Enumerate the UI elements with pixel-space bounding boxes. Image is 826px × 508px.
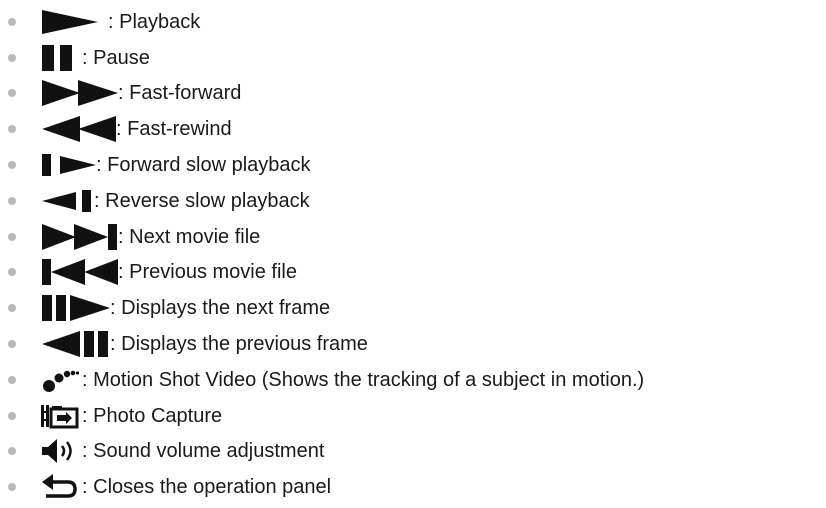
item-label: Sound volume adjustment: [93, 440, 325, 463]
item-label: Playback: [119, 10, 201, 33]
item-label: Fast-rewind: [127, 118, 232, 141]
bullet: [8, 268, 16, 277]
item-description: : Fast-rewind: [116, 118, 232, 141]
next-movie-file-icon: [40, 223, 120, 251]
forward-slow-playback-icon: [40, 151, 98, 179]
play-icon: [40, 8, 100, 36]
bullet: [8, 125, 16, 134]
previous-frame-icon: [40, 330, 112, 358]
item-label: Forward slow playback: [107, 154, 311, 177]
bullet: [8, 89, 16, 98]
item-label: Displays the next frame: [121, 297, 331, 320]
item-label: Previous movie file: [129, 261, 297, 284]
bullet: [8, 17, 16, 26]
bullet: [8, 375, 16, 384]
item-description: : Pause: [82, 46, 150, 69]
bullet: [8, 161, 16, 170]
item-description: : Next movie file: [118, 225, 261, 248]
item-description: : Previous movie file: [118, 261, 297, 284]
bullet: [8, 483, 16, 492]
photo-capture-icon: [40, 402, 80, 430]
bullet: [8, 411, 16, 420]
fast-forward-icon: [40, 79, 120, 107]
reverse-slow-playback-icon: [40, 187, 94, 215]
pause-icon: [40, 44, 78, 72]
bullet: [8, 340, 16, 349]
item-label: Fast-forward: [129, 82, 242, 105]
item-label: Displays the previous frame: [121, 333, 368, 356]
item-description: : Fast-forward: [118, 82, 242, 105]
item-description: : Forward slow playback: [96, 154, 311, 177]
bullet: [8, 196, 16, 205]
item-description: : Closes the operation panel: [82, 476, 332, 499]
fast-rewind-icon: [40, 115, 118, 143]
item-label: Pause: [93, 46, 150, 69]
item-description: : Reverse slow playback: [94, 189, 310, 212]
bullet: [8, 232, 16, 241]
item-label: Next movie file: [129, 225, 261, 248]
item-description: : Displays the previous frame: [110, 333, 368, 356]
item-label: Photo Capture: [93, 404, 223, 427]
previous-movie-file-icon: [40, 258, 120, 286]
bullet: [8, 304, 16, 313]
motion-shot-video-icon: [40, 366, 80, 394]
return-icon: [40, 473, 80, 501]
item-description: : Sound volume adjustment: [82, 440, 325, 463]
item-description: : Displays the next frame: [110, 297, 331, 320]
bullet: [8, 447, 16, 456]
item-description: : Playback: [108, 10, 201, 33]
next-frame-icon: [40, 294, 112, 322]
sound-volume-icon: [40, 437, 80, 465]
item-description: : Motion Shot Video (Shows the tracking …: [82, 368, 645, 391]
item-label: Motion Shot Video (Shows the tracking of…: [93, 368, 645, 391]
item-description: : Photo Capture: [82, 404, 223, 427]
bullet: [8, 53, 16, 62]
item-label: Reverse slow playback: [105, 189, 310, 212]
item-label: Closes the operation panel: [93, 476, 332, 499]
